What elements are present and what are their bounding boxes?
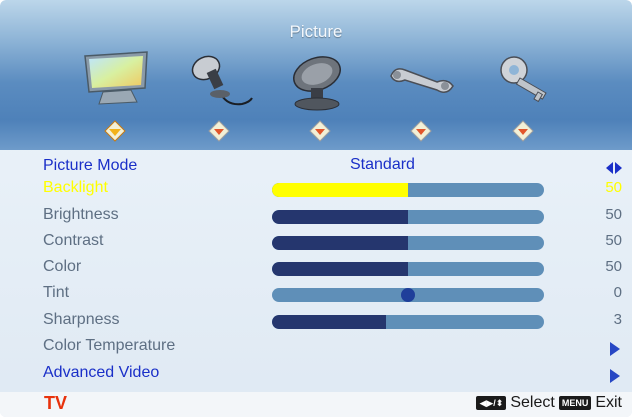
navigation-hint: ◀▶/⬍ Select MENU Exit (476, 394, 622, 412)
color-row[interactable]: Color 50 (0, 256, 632, 282)
row-value: 50 (605, 206, 622, 223)
sharpness-slider[interactable] (272, 315, 544, 329)
tab-marker[interactable] (512, 120, 534, 142)
menu-key-icon: MENU (558, 396, 592, 410)
menu-title: Picture (289, 22, 343, 41)
tab-marker-selected[interactable] (104, 120, 126, 142)
brightness-row[interactable]: Brightness 50 (0, 204, 632, 230)
row-label: Backlight (43, 179, 108, 196)
row-label: Sharpness (43, 311, 120, 328)
osd-menu: Picture Picture Mode Standard Backlight … (0, 0, 632, 417)
select-hint-label: Select (510, 394, 555, 411)
row-value: 0 (613, 284, 622, 301)
satellite-dish-icon[interactable] (281, 48, 359, 112)
submenu-arrow-icon[interactable] (610, 369, 620, 383)
backlight-row[interactable]: Backlight 50 (0, 177, 632, 203)
brightness-slider[interactable] (272, 210, 544, 224)
row-value: 50 (605, 258, 622, 275)
row-value: 3 (613, 311, 622, 328)
navigation-key-icon: ◀▶/⬍ (476, 396, 507, 410)
slider-fill (272, 236, 408, 250)
tint-slider-handle[interactable] (401, 288, 415, 302)
menu-footer: TV ◀▶/⬍ Select MENU Exit (0, 392, 632, 417)
audio-microphone-icon[interactable] (180, 48, 258, 112)
submenu-arrow-icon[interactable] (610, 342, 620, 356)
sharpness-row[interactable]: Sharpness 3 (0, 309, 632, 335)
row-label: Brightness (43, 206, 119, 223)
row-label: Color (43, 258, 82, 275)
tab-marker[interactable] (208, 120, 230, 142)
row-label: Advanced Video (43, 364, 160, 381)
slider-fill (272, 183, 408, 197)
key-icon[interactable] (484, 48, 562, 112)
color-slider[interactable] (272, 262, 544, 276)
row-label: Color Temperature (43, 337, 176, 354)
picture-mode-value[interactable]: Standard (350, 156, 415, 174)
left-right-arrows-icon[interactable] (606, 162, 622, 174)
advanced-video-row[interactable]: Advanced Video (0, 362, 632, 388)
backlight-slider[interactable] (272, 183, 544, 197)
tint-slider[interactable] (272, 288, 544, 302)
slider-fill (272, 210, 408, 224)
row-label: Tint (43, 284, 70, 301)
contrast-row[interactable]: Contrast 50 (0, 230, 632, 256)
settings-wrench-icon[interactable] (383, 48, 461, 112)
contrast-slider[interactable] (272, 236, 544, 250)
row-label: Picture Mode (43, 157, 138, 174)
tab-marker[interactable] (309, 120, 331, 142)
input-source-label: TV (44, 393, 68, 413)
row-value: 50 (605, 179, 622, 196)
slider-fill (272, 315, 387, 329)
color-temperature-row[interactable]: Color Temperature (0, 335, 632, 361)
tab-marker[interactable] (410, 120, 432, 142)
menu-header: Picture (0, 0, 632, 150)
tint-row[interactable]: Tint 0 (0, 282, 632, 308)
slider-fill (272, 262, 408, 276)
picture-monitor-icon[interactable] (77, 48, 155, 112)
row-value: 50 (605, 232, 622, 249)
exit-hint-label: Exit (595, 394, 622, 411)
row-label: Contrast (43, 232, 104, 249)
